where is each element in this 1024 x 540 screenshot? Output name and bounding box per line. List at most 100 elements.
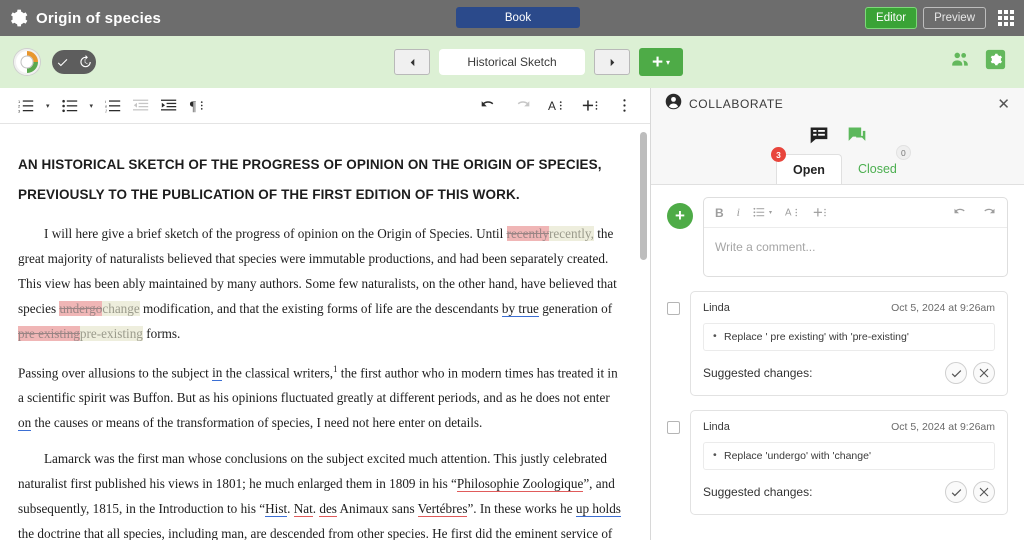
comment-composer[interactable]: B i ▾ A [703,197,1008,277]
comment-note: Replace 'undergo' with 'change' [703,442,995,470]
tab-closed[interactable]: 0 Closed [842,154,913,184]
chapter-navigation: Historical Sketch + ▾ [394,36,683,88]
svg-text:3: 3 [18,108,21,113]
main-area: 123 ▾ ▾ ia1 [0,88,1024,540]
comment-list-icon[interactable] [809,125,829,150]
add-comment-button[interactable]: + [667,203,693,229]
undo-icon[interactable] [953,205,968,220]
paragraph-mark-icon[interactable]: ¶ [185,94,209,118]
preview-mode-button[interactable]: Preview [923,7,986,29]
check-icon[interactable] [945,481,967,503]
p3-text-e: Animaux sans [337,501,418,516]
comment-card-header: Linda Oct 5, 2024 at 9:26am [703,421,995,433]
p1-text-a: I will here give a brief sketch of the p… [44,226,507,241]
deletion-undergo: undergo [59,301,102,316]
list-tools: 123 ▾ ▾ ia1 [14,94,209,118]
ordered-list-icon[interactable]: 123 [14,94,38,118]
deletion-recently: recently [507,226,549,241]
close-icon[interactable] [973,481,995,503]
book-button[interactable]: Book [456,7,580,28]
comment-card[interactable]: Linda Oct 5, 2024 at 9:26am Replace ' pr… [690,291,1008,396]
close-icon[interactable] [973,362,995,384]
tab-open-label: Open [793,163,825,177]
add-content-button[interactable]: + ▾ [639,48,683,76]
insertion-pre-existing: pre-existing [80,326,143,341]
current-chapter-label[interactable]: Historical Sketch [439,49,585,75]
comment-input[interactable]: Write a comment... [704,228,1007,266]
chevron-down-icon: ▾ [666,58,670,67]
redo-icon[interactable] [510,94,534,118]
grid-apps-icon[interactable] [998,10,1014,26]
document-scroll-area[interactable]: AN HISTORICAL SKETCH OF THE PROGRESS OF … [0,124,650,540]
document-heading: AN HISTORICAL SKETCH OF THE PROGRESS OF … [18,150,622,210]
comment-checkbox[interactable] [667,302,680,315]
p3-underline-up-holds: up holds [576,501,621,517]
p2-underline-on: on [18,415,31,431]
list-chevron-down-icon: ▾ [769,209,772,216]
top-bar-right: Editor Preview [865,7,1016,29]
previous-chapter-button[interactable] [394,49,430,75]
comment-card-row: Linda Oct 5, 2024 at 9:26am Replace ' pr… [667,291,1008,396]
gear-square-icon[interactable] [985,49,1006,75]
italic-button[interactable]: i [737,205,740,220]
check-icon[interactable] [945,362,967,384]
text-style-icon[interactable]: A [544,94,568,118]
comment-card[interactable]: Linda Oct 5, 2024 at 9:26am Replace 'und… [690,410,1008,515]
comment-checkbox[interactable] [667,421,680,434]
p1-underline-by-true: by true [502,301,539,317]
bold-button[interactable]: B [715,206,724,220]
comment-note: Replace ' pre existing' with 'pre-existi… [703,323,995,351]
multilevel-list-icon[interactable]: ia1 [101,94,125,118]
document-paragraph-3: Lamarck was the first man whose conclusi… [18,446,622,540]
list-icon[interactable]: ▾ [753,206,772,220]
p2-text-a: Passing over allusions to the subject [18,365,212,380]
top-bar: Origin of species Book Editor Preview [0,0,1024,36]
person-icon [665,93,682,115]
spellcheck-vertebres: Vertébres [418,501,468,517]
close-icon[interactable]: ✕ [997,97,1010,112]
comment-author: Linda [703,421,730,433]
comment-composer-toolbar: B i ▾ A [704,198,1007,228]
p1-text-d: generation of [539,301,612,316]
deletion-pre-existing: pre existing [18,326,80,341]
next-chapter-button[interactable] [594,49,630,75]
insert-plus-icon[interactable] [578,94,602,118]
suggested-changes-label: Suggested changes: [703,485,812,499]
comment-date: Oct 5, 2024 at 9:26am [891,421,995,433]
comment-actions [945,362,995,384]
document-paragraph-2: Passing over allusions to the subject in… [18,357,622,435]
svg-text:¶: ¶ [189,99,195,114]
tab-open[interactable]: 3 Open [776,154,842,184]
outdent-icon[interactable] [129,94,153,118]
document-body[interactable]: AN HISTORICAL SKETCH OF THE PROGRESS OF … [0,124,650,540]
editor-mode-button[interactable]: Editor [865,7,917,29]
insert-plus-icon[interactable] [813,205,828,220]
gear-icon[interactable] [8,8,28,28]
collaborate-title: COLLABORATE [689,97,783,111]
comment-card-header: Linda Oct 5, 2024 at 9:26am [703,302,995,314]
insertion-change: change [102,301,139,316]
track-changes-toggle-icon[interactable] [52,50,96,74]
comment-date: Oct 5, 2024 at 9:26am [891,302,995,314]
chat-bubble-icon[interactable] [847,125,867,150]
more-vertical-icon[interactable] [612,94,636,118]
insertion-recently: recently, [549,226,594,241]
progress-donut-icon[interactable] [14,49,40,75]
svg-text:A: A [548,99,556,113]
closed-count-badge: 0 [896,145,911,160]
comment-actions [945,481,995,503]
document-scrollbar[interactable] [640,132,647,260]
people-icon[interactable] [949,49,971,76]
p3-text-f: ”. In these works he [467,501,575,516]
ordered-list-chevron-down-icon[interactable]: ▾ [42,102,54,110]
indent-icon[interactable] [157,94,181,118]
chapter-nav-bar: Historical Sketch + ▾ [0,36,1024,88]
text-style-icon[interactable]: A [785,205,800,220]
redo-icon[interactable] [981,205,996,220]
bullet-list-icon[interactable] [58,94,82,118]
bullet-list-chevron-down-icon[interactable]: ▾ [86,102,98,110]
spellcheck-des: des [319,501,337,517]
undo-icon[interactable] [476,94,500,118]
collaborate-body: + B i ▾ A [651,184,1024,540]
open-count-badge: 3 [771,147,786,162]
